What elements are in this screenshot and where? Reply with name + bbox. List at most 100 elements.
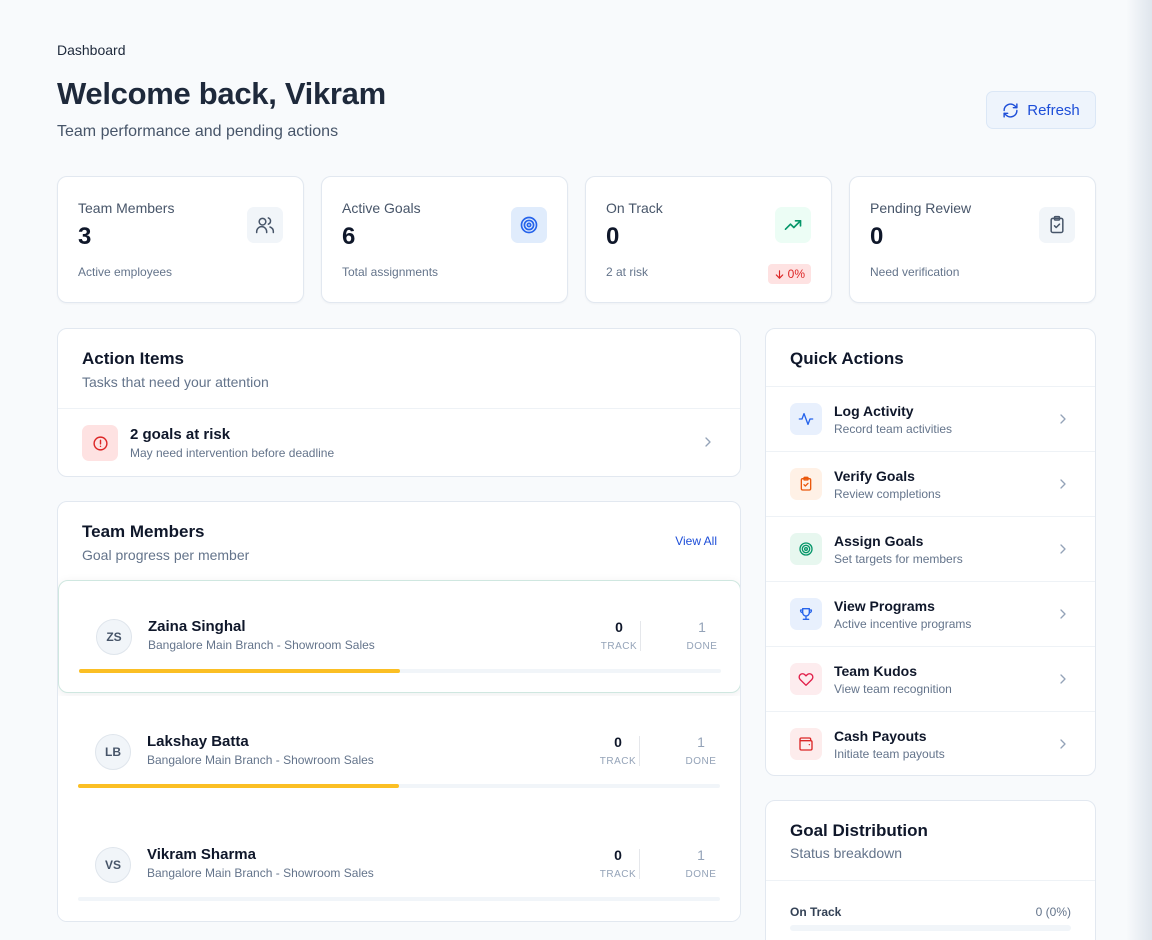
quick-action-assign-goals[interactable]: Assign Goals Set targets for members <box>766 517 1095 582</box>
stat-label: Team Members <box>78 200 175 216</box>
card-title: Quick Actions <box>790 349 904 368</box>
trending-up-icon <box>775 207 811 243</box>
action-item-goals-at-risk[interactable]: 2 goals at risk May need intervention be… <box>58 409 740 477</box>
chevron-right-icon <box>1060 739 1066 749</box>
divider <box>766 880 1095 881</box>
done-label: DONE <box>685 756 717 767</box>
view-all-link[interactable]: View All <box>675 534 717 548</box>
progress-bar <box>78 784 720 788</box>
member-branch: Bangalore Main Branch - Showroom Sales <box>148 638 375 652</box>
track-count: 0 <box>614 734 622 750</box>
refresh-label: Refresh <box>1027 101 1080 119</box>
chevron-right-icon <box>1060 414 1066 424</box>
done-count: 1 <box>697 734 705 750</box>
team-member-row[interactable]: VS Vikram Sharma Bangalore Main Branch -… <box>58 809 740 921</box>
stat-hint: Active employees <box>78 265 173 279</box>
clipboard-check-icon <box>1039 207 1075 243</box>
trophy-icon <box>790 598 822 630</box>
target-icon <box>790 533 822 565</box>
quick-action-title: Verify Goals <box>834 468 915 484</box>
progress-fill <box>79 669 400 673</box>
member-branch: Bangalore Main Branch - Showroom Sales <box>147 753 374 767</box>
card-subtitle: Status breakdown <box>790 845 903 861</box>
progress-bar <box>78 897 720 901</box>
stat-card-on-track: On Track 0 2 at risk 0% <box>585 176 832 303</box>
stat-value: 0 <box>870 223 884 250</box>
distribution-label: On Track <box>790 905 842 919</box>
stat-cards: Team Members 3 Active employees Active G… <box>57 176 1096 303</box>
clipboard-check-icon <box>790 468 822 500</box>
stat-value: 3 <box>78 223 92 250</box>
quick-actions-card: Quick Actions Log Activity Record team a… <box>765 328 1096 776</box>
distribution-bar <box>790 925 1071 931</box>
alert-circle-icon <box>82 425 118 461</box>
done-label: DONE <box>685 869 717 880</box>
done-label: DONE <box>686 641 718 652</box>
action-item-title: 2 goals at risk <box>130 426 231 443</box>
trend-value: 0% <box>787 267 805 281</box>
stat-value: 0 <box>606 223 620 250</box>
quick-action-title: View Programs <box>834 598 935 614</box>
refresh-icon <box>1003 102 1018 118</box>
avatar: LB <box>95 734 131 770</box>
quick-action-subtitle: Initiate team payouts <box>834 747 945 761</box>
quick-action-log-activity[interactable]: Log Activity Record team activities <box>766 387 1095 452</box>
page-title: Welcome back, Vikram <box>57 76 386 111</box>
quick-action-title: Log Activity <box>834 403 914 419</box>
stat-label: Active Goals <box>342 200 421 216</box>
refresh-button[interactable]: Refresh <box>986 91 1096 129</box>
stat-card-team-members: Team Members 3 Active employees <box>57 176 304 303</box>
quick-action-subtitle: Set targets for members <box>834 552 963 566</box>
page-subtitle: Team performance and pending actions <box>57 123 339 140</box>
stat-separator <box>639 849 640 879</box>
member-name: Lakshay Batta <box>147 733 249 750</box>
card-title: Team Members <box>82 522 205 541</box>
team-member-row[interactable]: LB Lakshay Batta Bangalore Main Branch -… <box>58 696 740 809</box>
stat-hint: 2 at risk <box>606 265 649 279</box>
stat-separator <box>639 736 640 766</box>
chevron-right-icon <box>1060 544 1066 554</box>
quick-action-subtitle: Record team activities <box>834 422 953 436</box>
done-count: 1 <box>697 847 705 863</box>
track-label: TRACK <box>599 869 637 880</box>
avatar: ZS <box>96 619 132 655</box>
breadcrumb: Dashboard <box>57 42 126 58</box>
activity-icon <box>790 403 822 435</box>
avatar: VS <box>95 847 131 883</box>
track-count: 0 <box>614 847 622 863</box>
track-label: TRACK <box>599 756 637 767</box>
team-members-card: Team Members Goal progress per member Vi… <box>57 501 741 922</box>
distribution-value: 0 (0%) <box>1035 905 1071 919</box>
card-subtitle: Goal progress per member <box>82 547 250 563</box>
done-count: 1 <box>698 619 706 635</box>
chevron-right-icon <box>705 437 711 447</box>
stat-card-pending-review: Pending Review 0 Need verification <box>849 176 1096 303</box>
chevron-right-icon <box>1060 609 1066 619</box>
member-branch: Bangalore Main Branch - Showroom Sales <box>147 866 374 880</box>
progress-fill <box>78 784 399 788</box>
arrow-down-icon <box>775 269 783 279</box>
team-member-row[interactable]: ZS Zaina Singhal Bangalore Main Branch -… <box>58 580 740 693</box>
quick-action-subtitle: Review completions <box>834 487 941 501</box>
stat-value: 6 <box>342 223 356 250</box>
track-label: TRACK <box>600 641 638 652</box>
quick-action-team-kudos[interactable]: Team Kudos View team recognition <box>766 647 1095 712</box>
stat-label: Pending Review <box>870 200 972 216</box>
quick-action-cash-payouts[interactable]: Cash Payouts Initiate team payouts <box>766 712 1095 775</box>
quick-action-title: Cash Payouts <box>834 728 927 744</box>
member-name: Vikram Sharma <box>147 846 256 863</box>
users-icon <box>247 207 283 243</box>
card-subtitle: Tasks that need your attention <box>82 374 269 390</box>
stat-separator <box>640 621 641 651</box>
progress-bar <box>79 669 721 673</box>
goal-distribution-card: Goal Distribution Status breakdown On Tr… <box>765 800 1096 940</box>
chevron-right-icon <box>1060 674 1066 684</box>
action-item-description: May need intervention before deadline <box>130 446 335 460</box>
quick-action-view-programs[interactable]: View Programs Active incentive programs <box>766 582 1095 647</box>
trend-badge: 0% <box>767 264 811 284</box>
quick-action-subtitle: Active incentive programs <box>834 617 972 631</box>
quick-action-verify-goals[interactable]: Verify Goals Review completions <box>766 452 1095 517</box>
stat-hint: Total assignments <box>342 265 439 279</box>
stat-hint: Need verification <box>870 265 960 279</box>
card-title: Action Items <box>82 349 185 368</box>
